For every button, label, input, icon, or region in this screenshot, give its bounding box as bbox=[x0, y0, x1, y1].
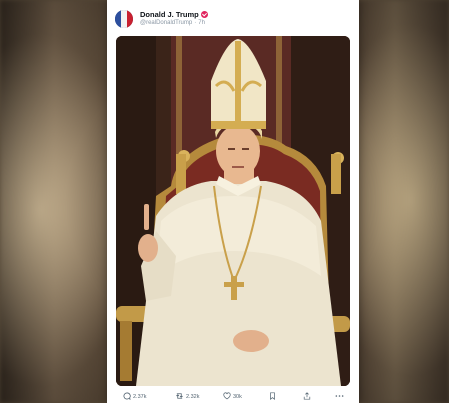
author-meta-row: @realDonaldTrump · 7h bbox=[140, 20, 207, 26]
reply-count: 2.37k bbox=[133, 394, 147, 400]
author-name[interactable]: Donald J. Trump bbox=[140, 10, 199, 19]
reply-icon bbox=[123, 392, 131, 400]
author-handle[interactable]: @realDonaldTrump bbox=[140, 20, 192, 26]
post-actions: 2.37k 2.32k 30k bbox=[117, 390, 351, 403]
more-button[interactable] bbox=[335, 392, 346, 398]
avatar[interactable] bbox=[115, 10, 133, 28]
separator-dot: · bbox=[194, 20, 197, 26]
like-button[interactable]: 30k bbox=[223, 392, 242, 400]
repost-button[interactable]: 2.32k bbox=[175, 392, 199, 400]
author-name-row[interactable]: Donald J. Trump bbox=[140, 10, 208, 19]
share-button[interactable] bbox=[303, 392, 313, 400]
like-count: 30k bbox=[233, 394, 242, 400]
share-icon bbox=[303, 392, 311, 400]
post-time[interactable]: 7h bbox=[198, 20, 205, 26]
post-header: Donald J. Trump @realDonaldTrump · 7h bbox=[115, 9, 351, 31]
post-image-illustration bbox=[116, 36, 350, 386]
reply-button[interactable]: 2.37k bbox=[123, 392, 146, 400]
verified-badge-icon bbox=[200, 11, 208, 18]
bookmark-icon bbox=[270, 392, 275, 400]
bookmark-button[interactable] bbox=[269, 392, 278, 400]
repost-count: 2.32k bbox=[186, 394, 200, 400]
repost-icon bbox=[176, 393, 183, 399]
more-icon bbox=[335, 395, 344, 397]
post-image[interactable] bbox=[116, 36, 350, 386]
like-icon bbox=[223, 392, 231, 400]
post-card: Donald J. Trump @realDonaldTrump · 7h 2.… bbox=[107, 0, 359, 403]
